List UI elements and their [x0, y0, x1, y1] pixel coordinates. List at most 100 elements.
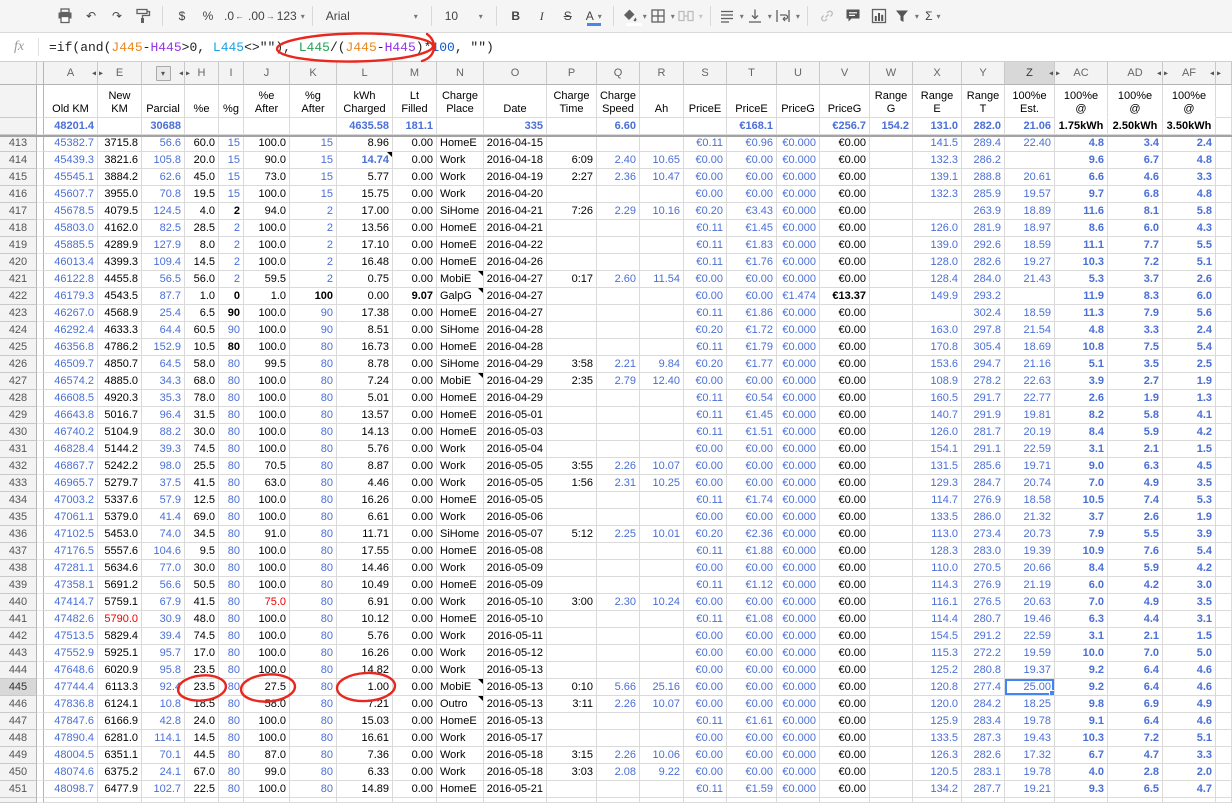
cell-H423[interactable]: 6.5 [185, 305, 219, 322]
cell-Y424[interactable]: 297.8 [962, 322, 1005, 339]
cell-R432[interactable]: 10.07 [640, 458, 684, 475]
total-cell-Z2[interactable]: 21.06 [1005, 118, 1055, 135]
cell-Y434[interactable]: 276.9 [962, 492, 1005, 509]
cell-partial-414[interactable] [1216, 152, 1232, 169]
cell-E433[interactable]: 5279.7 [98, 475, 142, 492]
cell-S439[interactable]: €0.11 [684, 577, 727, 594]
cell-A435[interactable]: 47061.1 [44, 509, 98, 526]
cell-M446[interactable]: 0.00 [393, 696, 437, 713]
cell-Y445[interactable]: 277.4 [962, 679, 1005, 696]
cell-U443[interactable]: €0.000 [777, 645, 820, 662]
cell-H426[interactable]: 58.0 [185, 356, 219, 373]
cell-AF447[interactable]: 4.6 [1163, 713, 1216, 730]
cell-V447[interactable]: €0.00 [820, 713, 870, 730]
cell-S444[interactable]: €0.00 [684, 662, 727, 679]
total-cell-K2[interactable] [290, 118, 337, 135]
cell-H450[interactable]: 67.0 [185, 764, 219, 781]
cell-F445[interactable]: 92.4 [142, 679, 185, 696]
total-cell-AD2[interactable]: 2.50kWh [1108, 118, 1163, 135]
cell-M424[interactable]: 0.00 [393, 322, 437, 339]
cell-Y419[interactable]: 292.6 [962, 237, 1005, 254]
cell-H434[interactable]: 12.5 [185, 492, 219, 509]
cell-I446[interactable]: 80 [219, 696, 244, 713]
cell-O444[interactable]: 2016-05-13 [484, 662, 547, 679]
cell-H447[interactable]: 24.0 [185, 713, 219, 730]
cell-H415[interactable]: 45.0 [185, 169, 219, 186]
cell-V450[interactable]: €0.00 [820, 764, 870, 781]
cell-M443[interactable]: 0.00 [393, 645, 437, 662]
cell-AD448[interactable]: 7.2 [1108, 730, 1163, 747]
cell-P415[interactable]: 2:27 [547, 169, 597, 186]
cell-P449[interactable]: 3:15 [547, 747, 597, 764]
cell-S427[interactable]: €0.00 [684, 373, 727, 390]
cell-X426[interactable]: 153.6 [913, 356, 962, 373]
total-cell-L2[interactable]: 4635.58 [337, 118, 393, 135]
cell-E418[interactable]: 4162.0 [98, 220, 142, 237]
cell-H444[interactable]: 23.5 [185, 662, 219, 679]
cell-P419[interactable] [547, 237, 597, 254]
cell-E421[interactable]: 4455.8 [98, 271, 142, 288]
cell-W450[interactable] [870, 764, 913, 781]
total-cell-T2[interactable]: €168.1 [727, 118, 777, 135]
cell-R427[interactable]: 12.40 [640, 373, 684, 390]
cell-V414[interactable]: €0.00 [820, 152, 870, 169]
cell-L429[interactable]: 13.57 [337, 407, 393, 424]
header-label-O[interactable]: Date [484, 85, 547, 118]
cell-Z431[interactable]: 22.59 [1005, 441, 1055, 458]
cell-AF432[interactable]: 4.5 [1163, 458, 1216, 475]
cell-R430[interactable] [640, 424, 684, 441]
hidden-columns-left-icon[interactable]: ▸ [1056, 69, 1060, 78]
cell-Q435[interactable] [597, 509, 640, 526]
cell-F415[interactable]: 62.6 [142, 169, 185, 186]
cell-H421[interactable]: 56.0 [185, 271, 219, 288]
cell-W434[interactable] [870, 492, 913, 509]
cell-Y437[interactable]: 283.0 [962, 543, 1005, 560]
cell-E437[interactable]: 5557.6 [98, 543, 142, 560]
cell-F447[interactable]: 42.8 [142, 713, 185, 730]
cell-S415[interactable]: €0.00 [684, 169, 727, 186]
row-header-442[interactable]: 442 [0, 628, 37, 645]
cell-E428[interactable]: 4920.3 [98, 390, 142, 407]
cell-E434[interactable]: 5337.6 [98, 492, 142, 509]
paint-format-icon[interactable] [131, 4, 155, 28]
row-header-435[interactable]: 435 [0, 509, 37, 526]
cell-W425[interactable] [870, 339, 913, 356]
cell-W428[interactable] [870, 390, 913, 407]
cell-O432[interactable]: 2016-05-05 [484, 458, 547, 475]
total-cell-AF2[interactable]: 3.50kWh [1163, 118, 1216, 135]
cell-M439[interactable]: 0.00 [393, 577, 437, 594]
cell-A433[interactable]: 46965.7 [44, 475, 98, 492]
cell-L418[interactable]: 13.56 [337, 220, 393, 237]
cell-Z414[interactable] [1005, 152, 1055, 169]
cell-K428[interactable]: 80 [290, 390, 337, 407]
cell-J451[interactable]: 100.0 [244, 781, 290, 798]
cell-O448[interactable]: 2016-05-17 [484, 730, 547, 747]
cell-S414[interactable]: €0.00 [684, 152, 727, 169]
cell-AD422[interactable]: 8.3 [1108, 288, 1163, 305]
cell-J433[interactable]: 63.0 [244, 475, 290, 492]
cell-AC413[interactable]: 4.8 [1055, 135, 1108, 152]
cell-M416[interactable]: 0.00 [393, 186, 437, 203]
cell-Z419[interactable]: 18.59 [1005, 237, 1055, 254]
cell-partial-426[interactable] [1216, 356, 1232, 373]
cell-E446[interactable]: 6124.1 [98, 696, 142, 713]
cell-O449[interactable]: 2016-05-18 [484, 747, 547, 764]
total-cell-W2[interactable]: 154.2 [870, 118, 913, 135]
cell-U427[interactable]: €0.000 [777, 373, 820, 390]
cell-E445[interactable]: 6113.3 [98, 679, 142, 696]
cell-J437[interactable]: 100.0 [244, 543, 290, 560]
header-label-I[interactable]: %g [219, 85, 244, 118]
cell-partial-443[interactable] [1216, 645, 1232, 662]
cell-V413[interactable]: €0.00 [820, 135, 870, 152]
cell-K420[interactable]: 2 [290, 254, 337, 271]
cell-N419[interactable]: HomeE [437, 237, 484, 254]
cell-U435[interactable]: €0.000 [777, 509, 820, 526]
cell-W439[interactable] [870, 577, 913, 594]
column-header-P[interactable]: P [547, 62, 597, 85]
cell-E448[interactable]: 6281.0 [98, 730, 142, 747]
cell-AF416[interactable]: 4.8 [1163, 186, 1216, 203]
cell-AC446[interactable]: 9.8 [1055, 696, 1108, 713]
cell-AF449[interactable]: 3.3 [1163, 747, 1216, 764]
cell-M432[interactable]: 0.00 [393, 458, 437, 475]
cell-E436[interactable]: 5453.0 [98, 526, 142, 543]
